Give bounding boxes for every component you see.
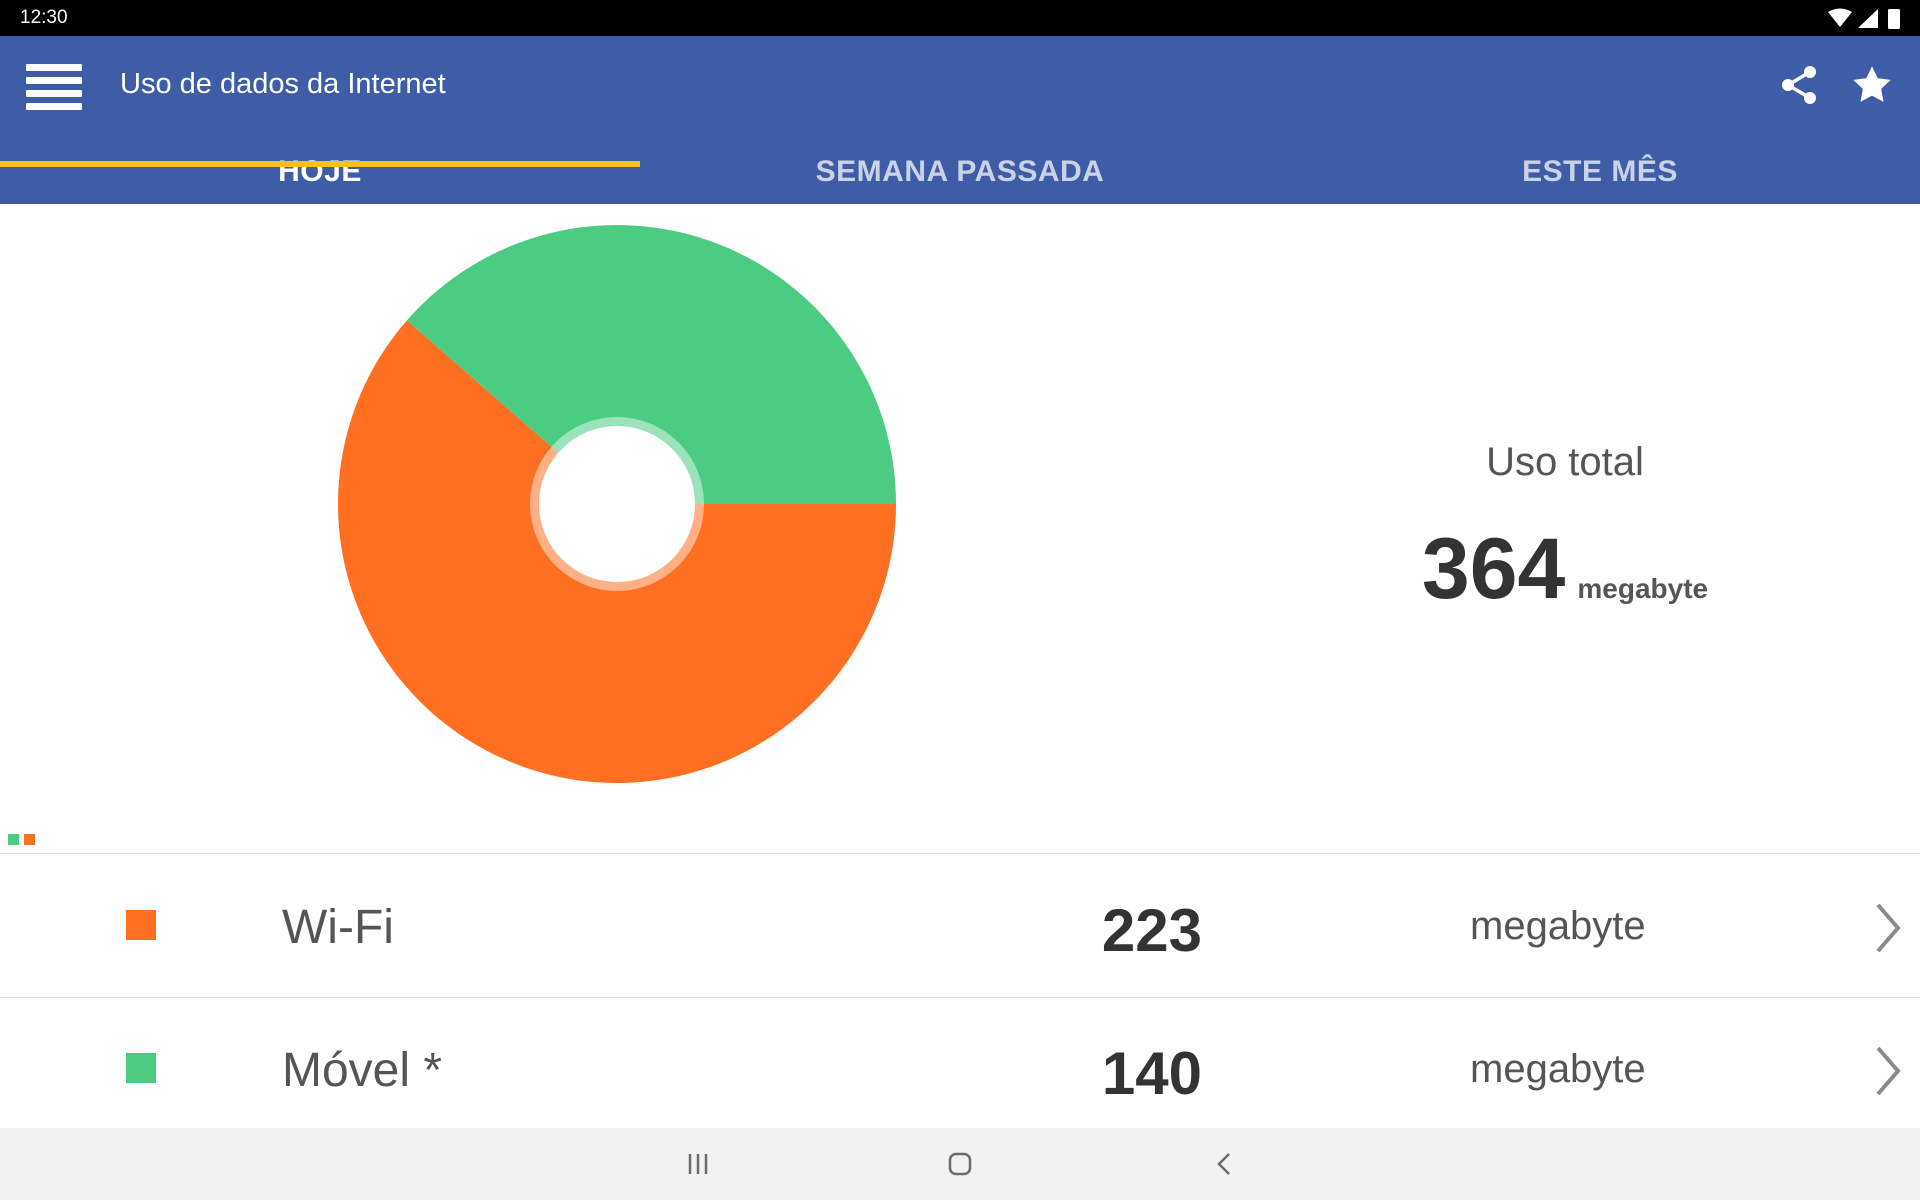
total-usage-value: 364	[1421, 521, 1566, 617]
row-value: 223	[1101, 897, 1202, 964]
status-bar: 12:30	[0, 0, 1920, 36]
signal-icon	[1858, 9, 1878, 28]
home-icon[interactable]	[940, 1144, 980, 1184]
app-title: Uso de dados da Internet	[120, 68, 446, 100]
usage-row-mobile[interactable]: Móvel * 140 megabyte	[0, 999, 1920, 1141]
tab-semana-passada[interactable]: SEMANA PASSADA	[640, 146, 1280, 204]
back-icon[interactable]	[1204, 1144, 1244, 1184]
system-nav-bar	[0, 1128, 1920, 1200]
pie-center-hole	[539, 426, 695, 582]
usage-pie-chart	[338, 224, 896, 783]
tab-este-mes[interactable]: ESTE MÊS	[1280, 146, 1920, 204]
row-unit: megabyte	[1470, 904, 1646, 948]
wifi-color-swatch	[126, 910, 156, 940]
recent-apps-icon[interactable]	[678, 1144, 718, 1184]
status-time: 12:30	[20, 7, 68, 28]
legend-swatch-mobile	[8, 834, 19, 845]
legend-swatch-wifi	[24, 834, 35, 845]
tab-indicator	[0, 161, 640, 167]
total-usage-label: Uso total	[1486, 440, 1644, 484]
chevron-right-icon	[1876, 1046, 1901, 1096]
total-usage: 364 megabyte	[1380, 520, 1750, 619]
share-icon[interactable]	[1778, 64, 1820, 106]
app-bar: Uso de dados da Internet HOJE SEMANA PAS…	[0, 36, 1920, 204]
usage-row-wifi[interactable]: Wi-Fi 223 megabyte	[0, 856, 1920, 998]
row-unit: megabyte	[1470, 1047, 1646, 1091]
wifi-icon	[1828, 8, 1852, 27]
total-usage-unit: megabyte	[1577, 573, 1709, 604]
tab-bar: HOJE SEMANA PASSADA ESTE MÊS	[0, 146, 1920, 204]
tab-hoje[interactable]: HOJE	[0, 146, 640, 204]
chart-legend	[8, 832, 40, 845]
battery-icon	[1888, 9, 1900, 29]
row-label: Wi-Fi	[282, 901, 394, 954]
menu-icon[interactable]	[26, 64, 82, 110]
divider	[0, 853, 1920, 854]
mobile-color-swatch	[126, 1053, 156, 1083]
row-label: Móvel *	[282, 1044, 443, 1097]
chevron-right-icon	[1876, 903, 1901, 953]
row-value: 140	[1101, 1040, 1202, 1107]
star-icon[interactable]	[1850, 63, 1894, 107]
divider	[0, 997, 1920, 998]
status-icons	[1828, 8, 1900, 29]
